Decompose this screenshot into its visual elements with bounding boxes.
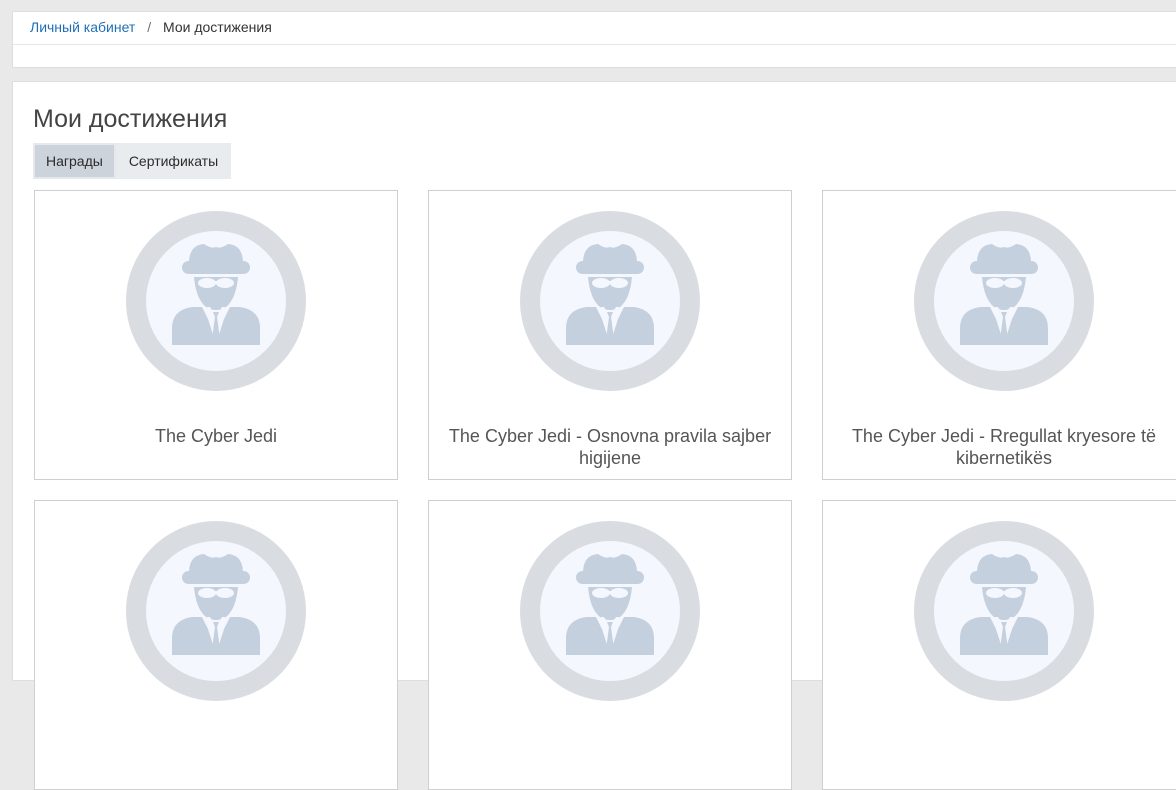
tab-certificates[interactable]: Сертификаты [115, 143, 232, 179]
main-content: Мои достижения Награды Сертификаты The C… [12, 81, 1176, 790]
spy-badge-icon [126, 521, 306, 701]
breadcrumb: Личный кабинет / Мои достижения [30, 19, 272, 35]
breadcrumb-current: Мои достижения [163, 19, 272, 35]
badge-title: The Cyber Jedi - Rregullat kryesore të k… [851, 426, 1157, 468]
spy-badge-icon [914, 211, 1094, 391]
badge-card[interactable] [428, 500, 792, 790]
badge-card[interactable]: The Cyber Jedi [34, 190, 398, 480]
badge-title: The Cyber Jedi - Osnovna pravila sajber … [448, 426, 772, 468]
badge-card[interactable] [822, 500, 1176, 790]
breadcrumb-divider [13, 44, 1176, 45]
spy-badge-icon [126, 211, 306, 391]
page-title: Мои достижения [33, 105, 228, 133]
spy-badge-icon [520, 521, 700, 701]
tab-badges[interactable]: Награды [33, 143, 116, 179]
breadcrumb-separator: / [147, 19, 152, 35]
badge-card[interactable]: The Cyber Jedi - Rregullat kryesore të k… [822, 190, 1176, 480]
badge-card[interactable] [34, 500, 398, 790]
spy-badge-icon [914, 521, 1094, 701]
breadcrumb-panel: Личный кабинет / Мои достижения [12, 11, 1176, 68]
badge-card[interactable]: The Cyber Jedi - Osnovna pravila sajber … [428, 190, 792, 480]
badge-title: The Cyber Jedi [154, 426, 278, 446]
achievement-tabs: Награды Сертификаты [33, 143, 232, 179]
breadcrumb-link-dashboard[interactable]: Личный кабинет [30, 19, 135, 35]
spy-badge-icon [520, 211, 700, 391]
